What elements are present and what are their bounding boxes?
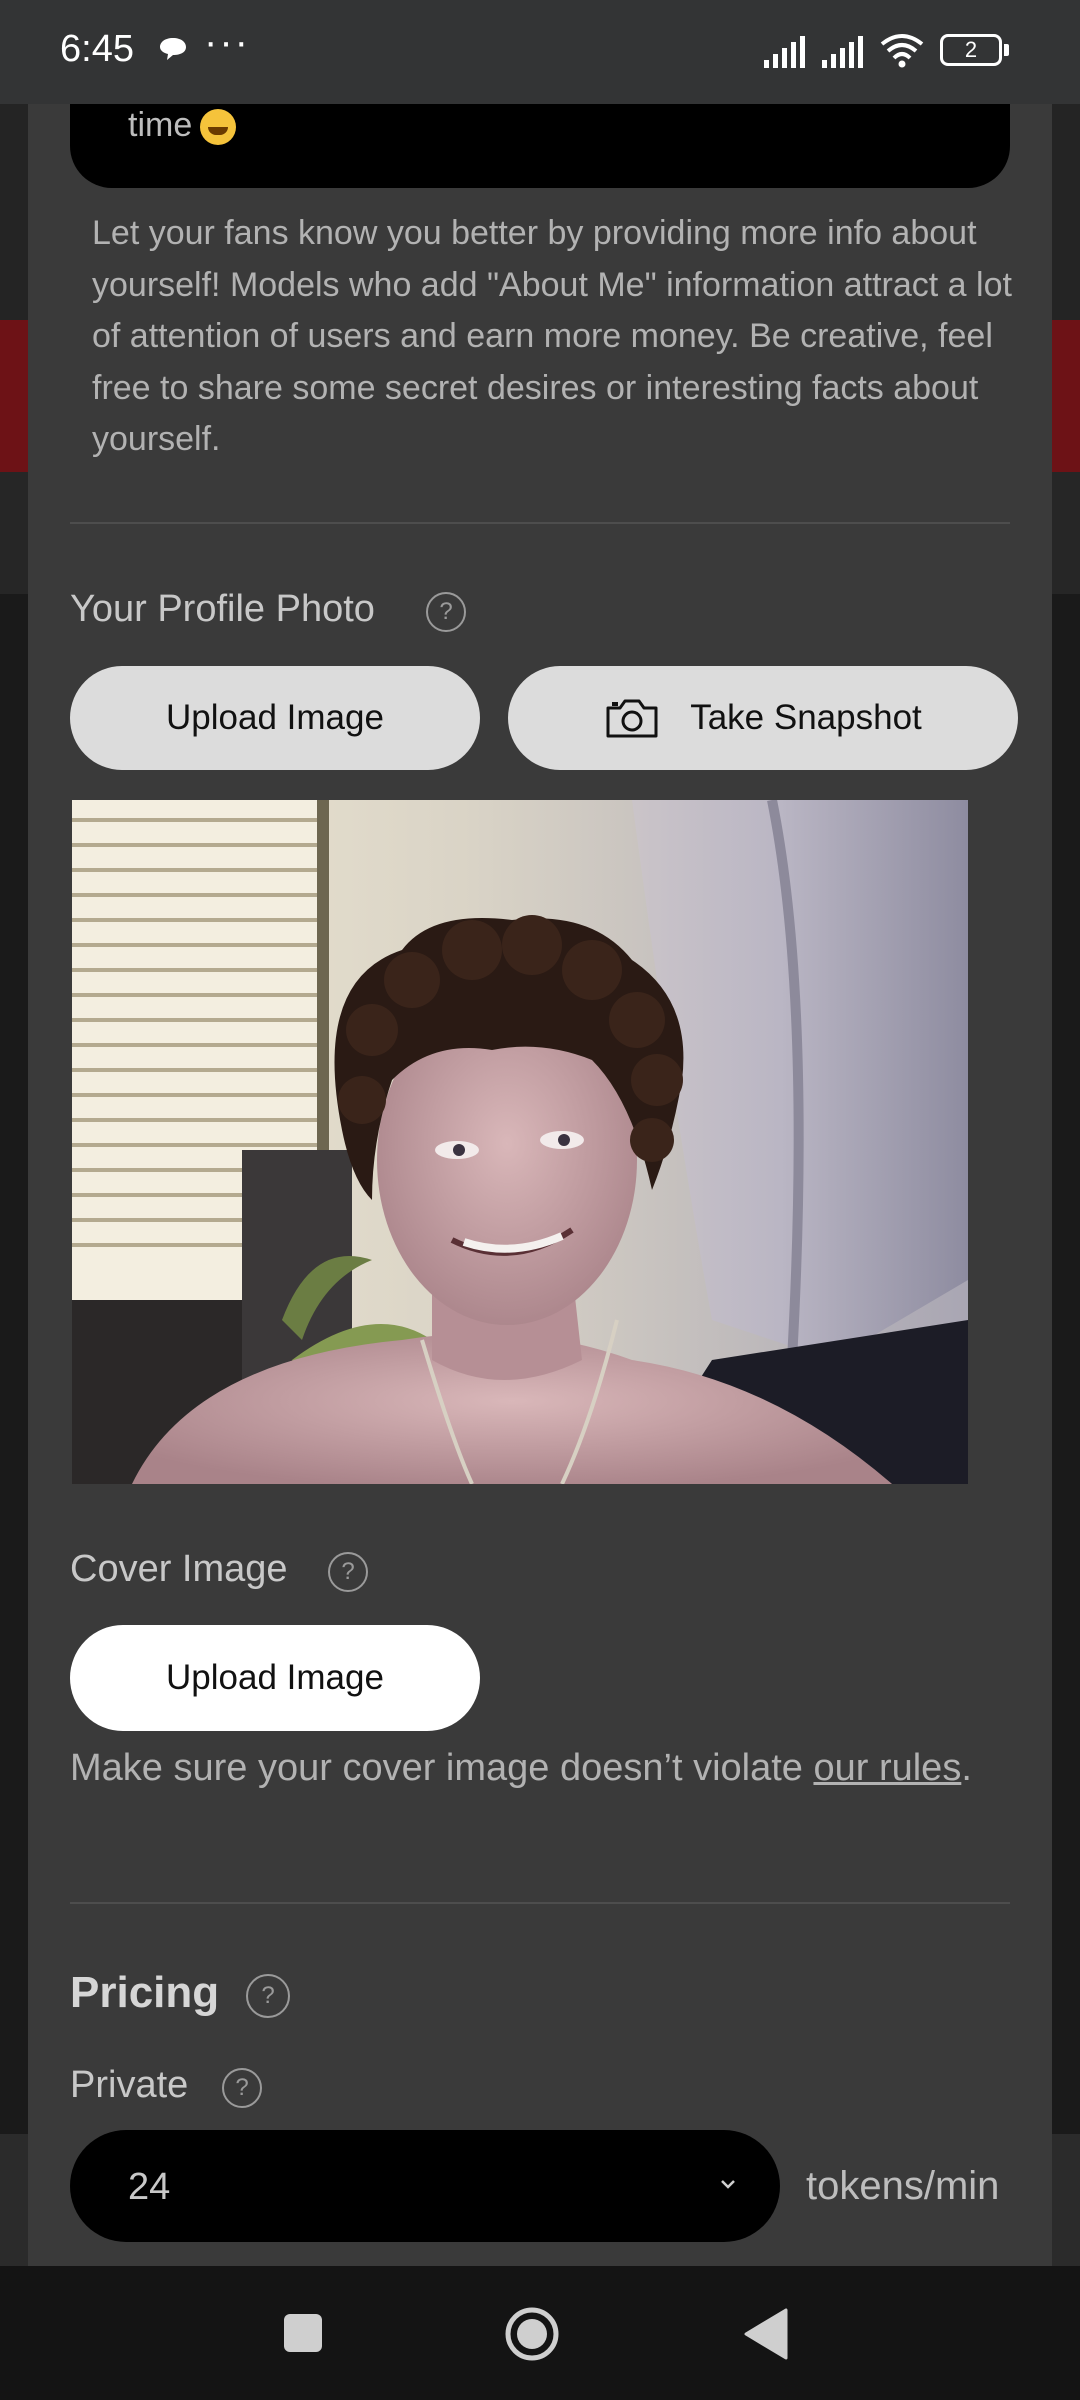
upload-image-label: Upload Image xyxy=(166,1658,384,1697)
status-bar: 6:45 ··· 2 xyxy=(0,0,1080,104)
signal-icon xyxy=(822,36,863,68)
section-divider xyxy=(70,1902,1010,1904)
take-snapshot-button[interactable]: Take Snapshot xyxy=(508,666,1018,770)
take-snapshot-label: Take Snapshot xyxy=(690,698,922,737)
status-more-dots: ··· xyxy=(204,20,250,64)
help-icon[interactable]: ? xyxy=(222,2068,262,2108)
recents-square-icon[interactable] xyxy=(284,2314,322,2352)
battery-icon: 2 xyxy=(940,34,1010,68)
help-icon[interactable]: ? xyxy=(426,592,466,632)
chat-bubble-icon xyxy=(160,38,186,60)
upload-image-label: Upload Image xyxy=(166,698,384,737)
help-icon[interactable]: ? xyxy=(328,1552,368,1592)
private-price-select[interactable] xyxy=(70,2130,780,2242)
battery-level: 2 xyxy=(964,37,978,62)
profile-photo-preview xyxy=(72,800,968,1484)
profile-photo-label: Your Profile Photo xyxy=(70,588,375,630)
status-time: 6:45 xyxy=(60,28,134,70)
back-triangle-icon[interactable] xyxy=(742,2308,788,2360)
private-price-value: 24 xyxy=(128,2166,171,2208)
about-me-text: time xyxy=(128,106,237,146)
our-rules-link[interactable]: our rules xyxy=(813,1747,961,1789)
upload-profile-image-button[interactable]: Upload Image xyxy=(70,666,480,770)
wifi-icon xyxy=(880,34,924,68)
home-circle-icon[interactable] xyxy=(504,2306,560,2362)
private-label: Private xyxy=(70,2064,189,2106)
upload-cover-image-button[interactable]: Upload Image xyxy=(70,1625,480,1731)
help-icon[interactable]: ? xyxy=(246,1974,290,2018)
chevron-down-icon xyxy=(721,2180,735,2189)
price-unit: tokens/min xyxy=(806,2164,1000,2208)
profile-photo-image xyxy=(72,800,968,1484)
signal-icon xyxy=(764,36,805,68)
camera-icon xyxy=(606,699,658,738)
cover-image-note: Make sure your cover image doesn’t viola… xyxy=(70,1747,972,1789)
cover-image-label: Cover Image xyxy=(70,1548,288,1590)
smiling-sweat-emoji-icon xyxy=(200,109,237,146)
about-me-help-text: Let your fans know you better by providi… xyxy=(92,214,1012,458)
section-divider xyxy=(70,522,1010,524)
pricing-title: Pricing xyxy=(70,1968,220,2017)
